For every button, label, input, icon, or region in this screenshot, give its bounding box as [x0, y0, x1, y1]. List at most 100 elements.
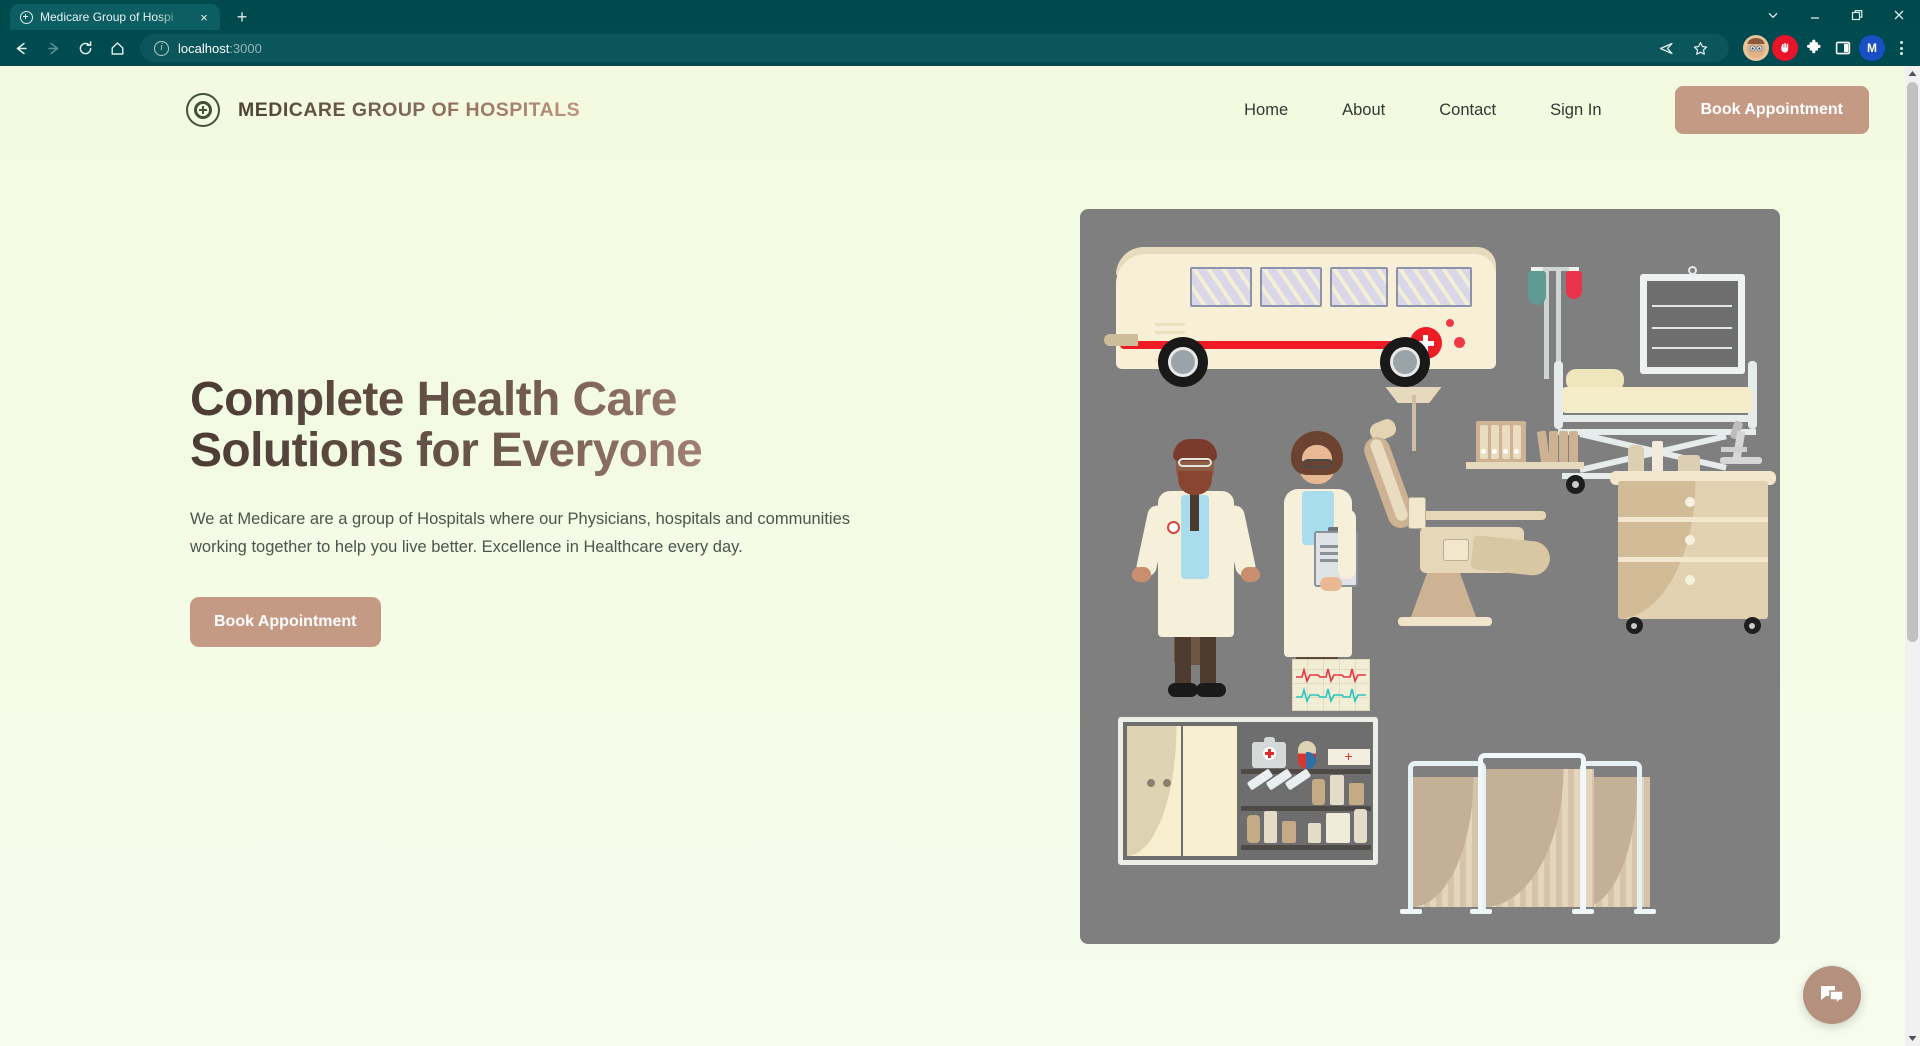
dental-chair-base: [1409, 569, 1478, 621]
binder-hole: [1503, 449, 1508, 454]
cabinet-caster-wheel: [1743, 617, 1761, 634]
browser-menu-icon[interactable]: [1888, 35, 1914, 61]
ambulance-detail-line: [1154, 331, 1185, 334]
hero-illustration-wrap: [990, 209, 1869, 944]
scroll-up-arrow-icon[interactable]: [1905, 66, 1920, 81]
address-bar[interactable]: i localhost:3000: [140, 34, 1729, 62]
medicine-bottle: [1325, 813, 1350, 843]
nav-link-contact[interactable]: Contact: [1412, 101, 1523, 120]
cabinet-drawer-knob: [1684, 535, 1695, 545]
scroll-down-arrow-icon[interactable]: [1905, 1031, 1920, 1046]
favicon-icon: [20, 10, 33, 24]
extension-icons: M: [1737, 35, 1914, 61]
nav-link-home[interactable]: Home: [1217, 101, 1315, 120]
cabinet-door-handle: [1162, 779, 1171, 787]
page-viewport: MEDICARE GROUP OF HOSPITALS Home About C…: [0, 66, 1920, 1046]
omnibox-actions: [1651, 33, 1715, 63]
cabinet-drawer-knob: [1684, 497, 1695, 507]
close-window-icon[interactable]: [1878, 0, 1920, 30]
dental-chair-keypad: [1442, 539, 1469, 561]
hero-subtitle: We at Medicare are a group of Hospitals …: [190, 509, 851, 557]
doctor-male-leg: [1199, 629, 1216, 691]
medicine-bottle: [1329, 775, 1344, 805]
reload-button-icon[interactable]: [70, 33, 100, 63]
cabinet-caster-wheel: [1625, 617, 1643, 634]
site-header: MEDICARE GROUP OF HOSPITALS Home About C…: [0, 66, 1905, 154]
profile-avatar[interactable]: M: [1859, 35, 1885, 61]
medicine-bottle: [1311, 779, 1325, 805]
ecg-trace-teal: [1295, 687, 1366, 703]
browser-window: Medicare Group of Hospi × + i localhost:…: [0, 0, 1920, 1046]
iv-blood-bag: [1565, 271, 1582, 299]
medicine-bottle: [1263, 811, 1277, 843]
supply-jar: [1651, 441, 1663, 473]
chevron-down-icon[interactable]: [1752, 0, 1794, 30]
doctor-male-hand: [1240, 567, 1260, 582]
nav-link-signin[interactable]: Sign In: [1523, 101, 1628, 120]
dental-lamp-arm: [1411, 395, 1416, 451]
doctor-male-badge-icon: [1166, 521, 1180, 534]
window-controls: [1752, 0, 1920, 30]
microscope-base: [1719, 457, 1762, 464]
ambulance-detail-line: [1154, 323, 1185, 326]
xray-screen: [1646, 281, 1738, 367]
microscope-stage: [1720, 447, 1747, 452]
share-icon[interactable]: [1651, 33, 1681, 63]
curtain-rail-foot: [1633, 909, 1656, 914]
bed-frame: [1557, 429, 1756, 435]
xray-ecg-trace: [1651, 347, 1732, 349]
browser-tab-active[interactable]: Medicare Group of Hospi ×: [10, 4, 220, 30]
xray-ecg-trace: [1651, 305, 1732, 307]
side-panel-icon[interactable]: [1830, 35, 1856, 61]
binder-hole: [1492, 449, 1497, 454]
profile-avatar-extension-icon[interactable]: [1743, 35, 1769, 61]
close-tab-icon[interactable]: ×: [196, 9, 212, 25]
adblock-shield-extension-icon[interactable]: [1772, 35, 1798, 61]
ambulance-tail-light: [1445, 319, 1454, 327]
book: [1548, 431, 1558, 463]
curtain-rail-foot: [1469, 909, 1492, 914]
ambulance-tail-light: [1453, 337, 1465, 348]
ambulance-window: [1329, 267, 1388, 307]
brand-logo[interactable]: MEDICARE GROUP OF HOSPITALS: [186, 93, 580, 127]
tab-strip: Medicare Group of Hospi × +: [0, 0, 1920, 30]
dental-chair-control-pad: [1407, 497, 1426, 529]
doctor-male-glasses-icon: [1177, 458, 1212, 467]
supply-jar: [1627, 445, 1644, 473]
web-page: MEDICARE GROUP OF HOSPITALS Home About C…: [0, 66, 1905, 1046]
doctor-male-shoe: [1195, 683, 1226, 697]
scrollbar-thumb[interactable]: [1907, 82, 1918, 642]
new-tab-button[interactable]: +: [228, 4, 256, 30]
brand-name: MEDICARE GROUP OF HOSPITALS: [238, 98, 581, 121]
cabinet-drawer-knob: [1684, 575, 1695, 585]
hero-book-appointment-button[interactable]: Book Appointment: [190, 597, 381, 648]
doctor-female-glasses-icon: [1302, 459, 1333, 468]
binder-hole: [1481, 449, 1486, 454]
maximize-window-icon[interactable]: [1836, 0, 1878, 30]
ambulance-window: [1395, 267, 1472, 307]
nav-link-about[interactable]: About: [1315, 101, 1412, 120]
url-text: localhost:3000: [178, 40, 262, 56]
hero-copy: Complete Health Care Solutions for Every…: [190, 209, 950, 944]
dental-chair-foot: [1397, 617, 1492, 626]
home-button-icon[interactable]: [102, 33, 132, 63]
bookmark-star-icon[interactable]: [1685, 33, 1715, 63]
back-button-icon[interactable]: [6, 33, 36, 63]
curtain-rail: [1407, 761, 1486, 911]
chat-widget-button[interactable]: [1803, 966, 1861, 1024]
cabinet-shelf: [1240, 845, 1371, 850]
page-scrollbar[interactable]: [1905, 66, 1920, 1046]
forward-button-icon[interactable]: [38, 33, 68, 63]
site-info-icon[interactable]: i: [154, 40, 169, 56]
header-book-appointment-button[interactable]: Book Appointment: [1674, 86, 1869, 134]
doctor-male-hand: [1131, 567, 1151, 582]
browser-toolbar: i localhost:3000 M: [0, 30, 1920, 66]
extensions-puzzle-icon[interactable]: [1801, 35, 1827, 61]
doctor-male-tie: [1189, 491, 1199, 531]
book: [1536, 430, 1550, 464]
doctor-female-arm: [1337, 509, 1356, 579]
minimize-window-icon[interactable]: [1794, 0, 1836, 30]
medicine-bottle: [1246, 815, 1260, 843]
first-aid-cross-icon: [1262, 747, 1276, 760]
medicine-bottle: [1281, 821, 1296, 843]
